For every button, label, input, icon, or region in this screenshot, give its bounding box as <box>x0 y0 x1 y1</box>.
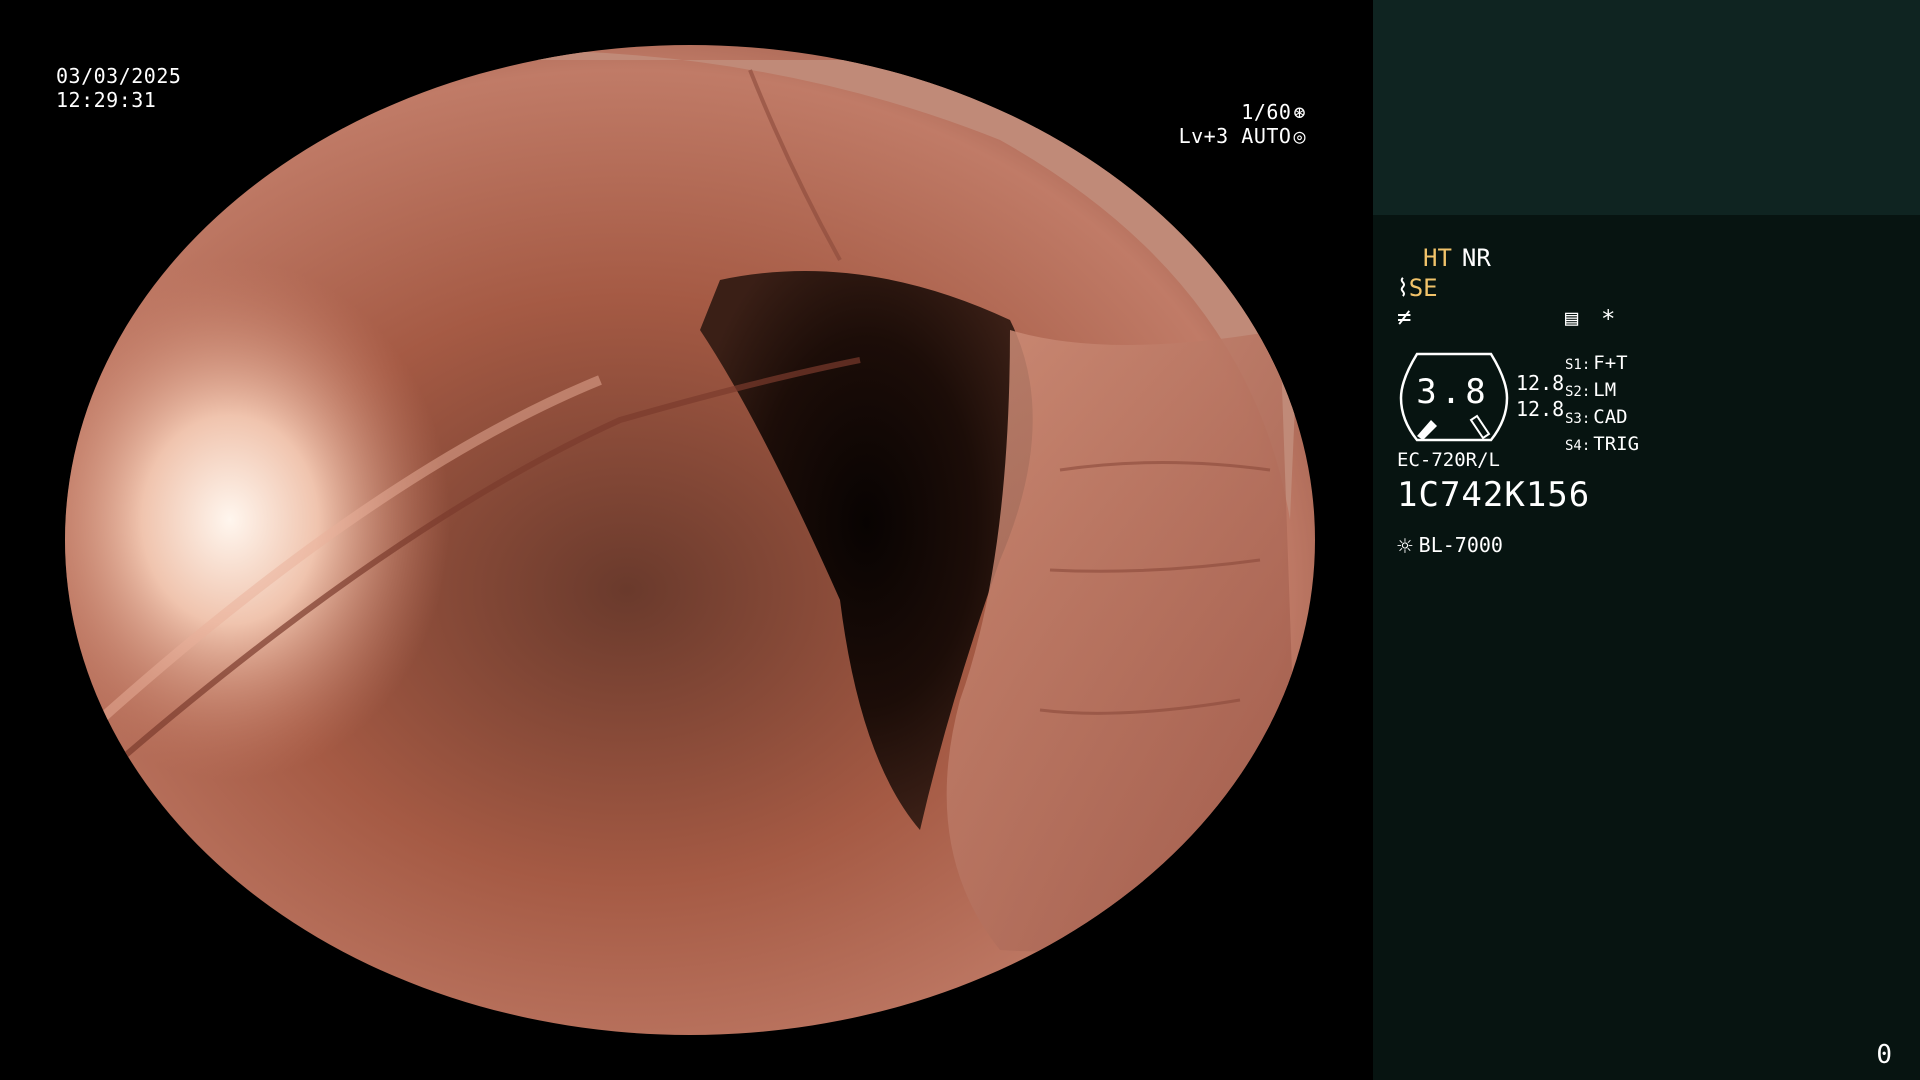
exposure-overlay: 1/60 ⊛ Lv+3 AUTO ◎ <box>1026 100 1306 148</box>
se-mode-label: SE <box>1408 274 1438 302</box>
switch-label: CAD <box>1593 406 1628 428</box>
panel-header-area <box>1373 0 1920 215</box>
level-text: Lv+3 <box>1178 124 1229 148</box>
switch-s4: S4: TRIG <box>1565 432 1639 459</box>
mode-row: HT NR <box>1423 244 1501 272</box>
structure-icon: ⌇ <box>1397 274 1409 302</box>
gauge-value: 3.8 <box>1416 372 1490 412</box>
auto-target-icon: ◎ <box>1293 124 1306 148</box>
memo-icon: ▤ <box>1565 306 1579 331</box>
switch-key: S1: <box>1565 357 1591 373</box>
aperture-icon: ⊛ <box>1293 100 1306 124</box>
switch-s3: S3: CAD <box>1565 405 1639 432</box>
scope-serial: 1C742K156 <box>1397 475 1591 515</box>
time-text: 12:29:31 <box>56 88 157 112</box>
gauge: 3.8 <box>1397 350 1511 448</box>
switch-key: S3: <box>1565 411 1591 427</box>
contrast-icon: ≠ <box>1397 303 1412 331</box>
endoscope-view: 03/03/2025 12:29:31 1/60 ⊛ Lv+3 AUTO ◎ <box>0 0 1372 1080</box>
se-mode-row: ⌇SE <box>1397 274 1438 302</box>
light-source-label: BL-7000 <box>1418 533 1503 557</box>
side-value-2: 12.8 <box>1516 397 1565 421</box>
date-time-overlay: 03/03/2025 12:29:31 <box>56 64 181 112</box>
info-panel: HT NR ⌇SE ≠ ▤ * 3.8 12.8 12.8 S1: F+T S2: L… <box>1373 0 1920 1080</box>
switch-label: LM <box>1593 379 1617 401</box>
shutter-text: 1/60 <box>1241 100 1292 124</box>
light-source: ☼ BL-7000 <box>1397 532 1503 562</box>
date-text: 03/03/2025 <box>56 64 182 88</box>
side-value-1: 12.8 <box>1516 371 1565 395</box>
switch-s2: S2: LM <box>1565 378 1639 405</box>
switch-s1: S1: F+T <box>1565 351 1639 378</box>
nr-mode-label: NR <box>1461 244 1491 272</box>
scope-switches: S1: F+T S2: LM S3: CAD S4: TRIG <box>1565 351 1639 459</box>
ht-mode-label: HT <box>1423 244 1452 272</box>
asterisk-indicator: * <box>1601 305 1616 333</box>
endoscopic-image <box>65 45 1315 1035</box>
auto-mode-text: AUTO <box>1241 124 1292 148</box>
switch-label: F+T <box>1593 352 1628 374</box>
light-source-icon: ☼ <box>1397 532 1413 562</box>
switch-label: TRIG <box>1593 433 1640 455</box>
gauge-side-values: 12.8 12.8 <box>1516 370 1564 422</box>
switch-key: S4: <box>1565 438 1591 454</box>
switch-key: S2: <box>1565 384 1591 400</box>
scope-model: EC-720R/L <box>1397 449 1500 471</box>
counter: 0 <box>1876 1040 1892 1070</box>
